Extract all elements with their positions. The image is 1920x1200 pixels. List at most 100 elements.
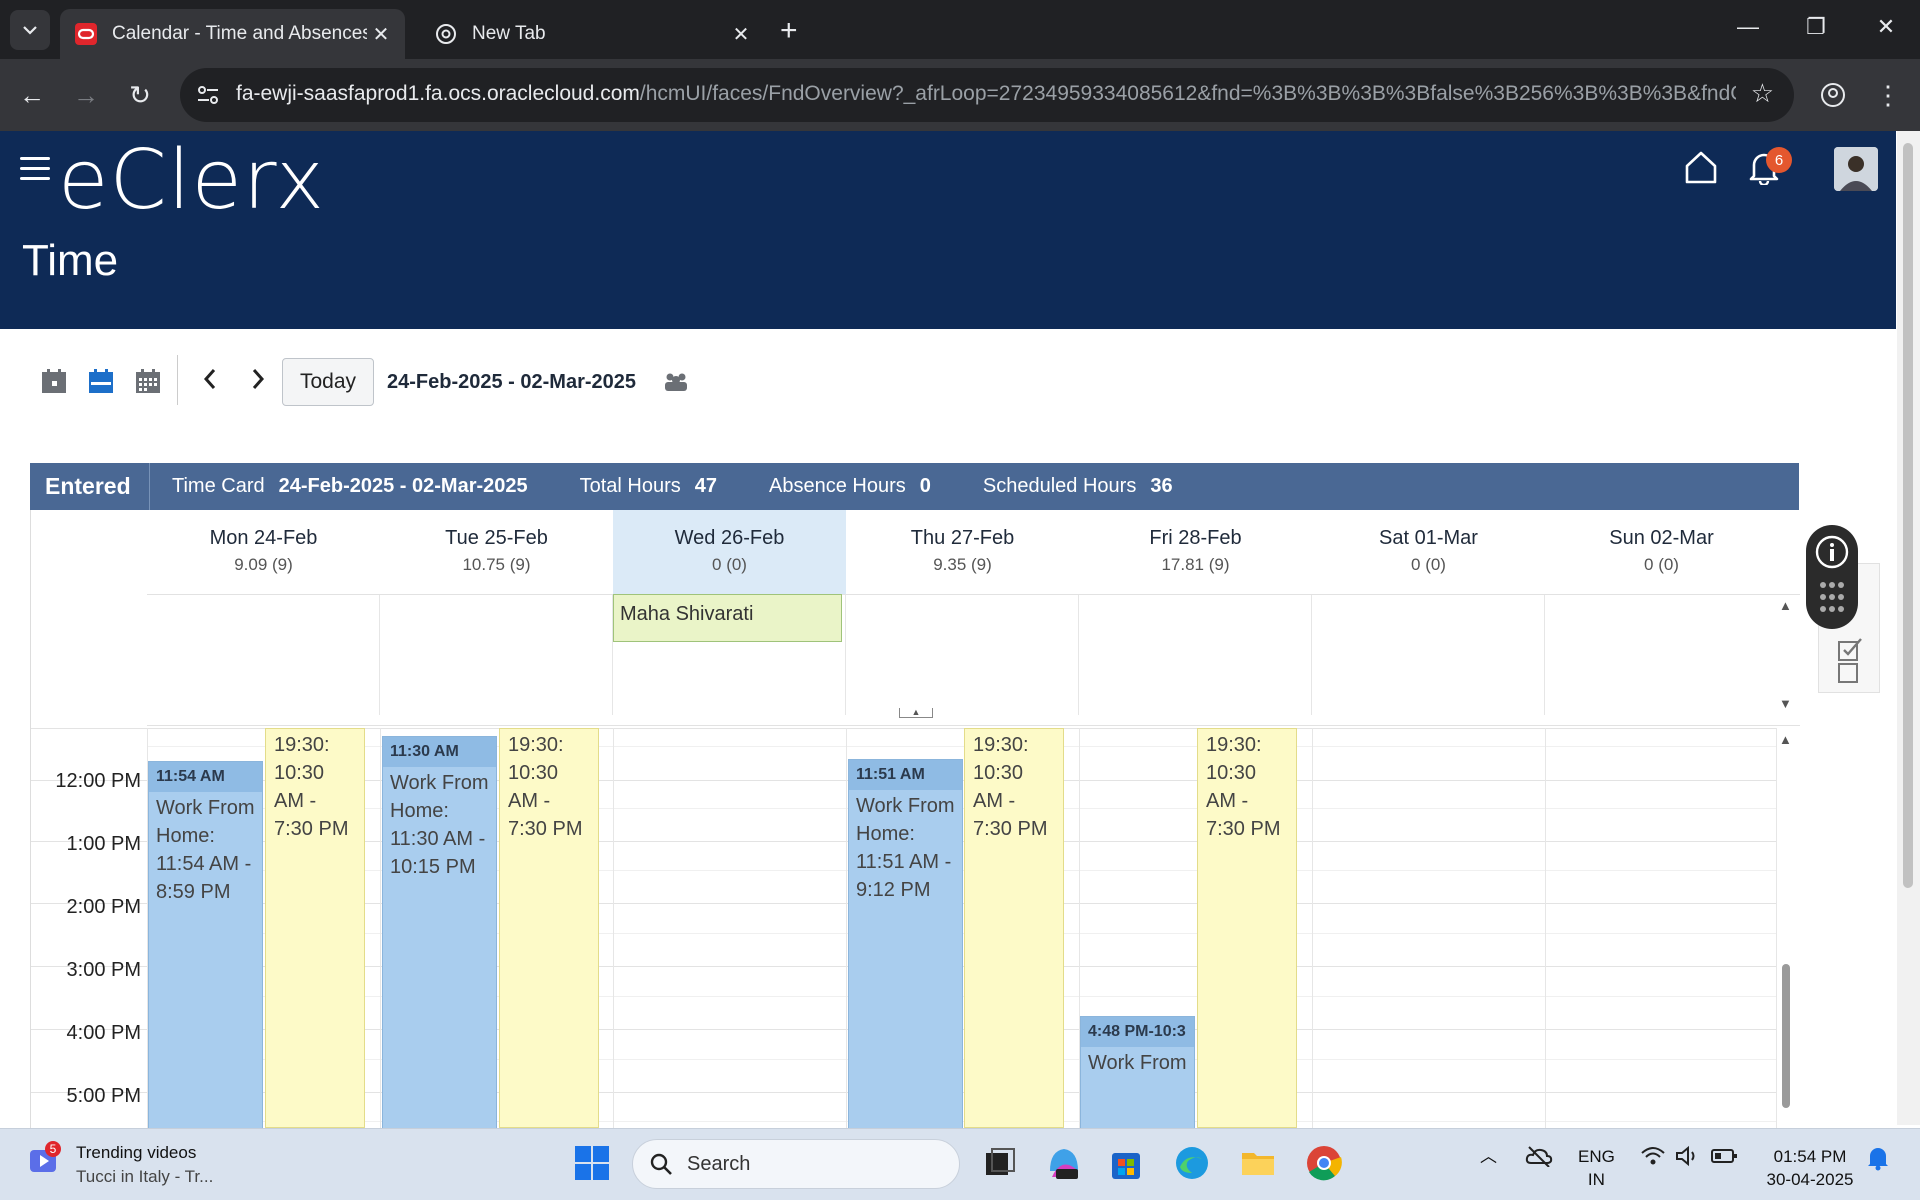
day-header-sat[interactable]: Sat 01-Mar 0 (0) (1312, 510, 1545, 594)
floating-help-panel (1806, 525, 1858, 629)
previous-week-icon[interactable] (202, 367, 218, 398)
tab-new-tab[interactable]: New Tab ✕ (420, 9, 765, 59)
onedrive-icon[interactable] (1525, 1145, 1553, 1173)
drag-handle-icon[interactable] (1818, 580, 1846, 618)
scheduled-shift-event-fri[interactable]: 19:30: 10:30 AM - 7:30 PM (1197, 728, 1297, 1128)
time-grid: 12:00 PM 1:00 PM 2:00 PM 3:00 PM 4:00 PM… (31, 728, 1800, 1128)
widgets-button[interactable]: 5 Trending videos Tucci in Italy - Tr... (26, 1141, 213, 1189)
time-card-status: Entered (30, 463, 150, 510)
scheduled-shift-event-mon[interactable]: 19:30: 10:30 AM - 7:30 PM (265, 728, 365, 1128)
microsoft-store-icon[interactable] (1106, 1143, 1148, 1185)
address-bar-row: ← → ↻ fa-ewji-saasfaprod1.fa.ocs.oraclec… (0, 59, 1920, 131)
grid-scroll-up-icon[interactable]: ▲ (1779, 732, 1792, 747)
day-header-sun[interactable]: Sun 02-Mar 0 (0) (1545, 510, 1778, 594)
browser-menu-icon[interactable]: ⋮ (1870, 77, 1906, 113)
time-label: 1:00 PM (66, 833, 141, 855)
scheduled-shift-event-thu[interactable]: 19:30: 10:30 AM - 7:30 PM (964, 728, 1064, 1128)
day-header-fri[interactable]: Fri 28-Feb 17.81 (9) (1079, 510, 1312, 594)
back-icon[interactable]: ← (14, 77, 50, 113)
browser-tab-bar: Calendar - Time and Absences ✕ New Tab ✕… (0, 0, 1920, 59)
scheduled-shift-event-tue[interactable]: 19:30: 10:30 AM - 7:30 PM (499, 728, 599, 1128)
bookmark-star-icon[interactable]: ☆ (1751, 78, 1774, 109)
reload-icon[interactable]: ↻ (122, 77, 158, 113)
notification-count-badge: 6 (1766, 147, 1792, 173)
close-window-icon[interactable]: ✕ (1866, 14, 1906, 40)
edge-icon[interactable] (1172, 1143, 1214, 1185)
minimize-icon[interactable]: — (1728, 14, 1768, 40)
work-from-home-event-tue[interactable]: 11:30 AM Work From Home: 11:30 AM - 10:1… (382, 736, 497, 1128)
toolbar-divider (177, 355, 178, 405)
collapse-all-day-icon[interactable]: ▲ (899, 708, 933, 718)
widget-subtitle: Tucci in Italy - Tr... (76, 1167, 214, 1186)
video-widget-icon: 5 (30, 1141, 61, 1172)
all-day-section (147, 594, 1800, 726)
wifi-icon[interactable] (1640, 1145, 1666, 1173)
work-from-home-event-fri[interactable]: 4:48 PM-10:3 Work From (1080, 1016, 1195, 1128)
language-indicator[interactable]: ENG IN (1578, 1145, 1615, 1191)
start-menu-icon[interactable] (572, 1143, 614, 1185)
grid-scrollbar-thumb[interactable] (1782, 964, 1790, 1108)
microsoft-365-icon[interactable] (1044, 1143, 1086, 1185)
day-header-wed[interactable]: Wed 26-Feb 0 (0) (613, 510, 846, 594)
windows-taskbar: 5 Trending videos Tucci in Italy - Tr... … (0, 1128, 1920, 1200)
holiday-event[interactable]: Maha Shivarati (613, 594, 842, 642)
month-view-icon[interactable] (134, 367, 162, 395)
page-scrollbar[interactable] (1897, 131, 1920, 1125)
url-input[interactable]: fa-ewji-saasfaprod1.fa.ocs.oraclecloud.c… (180, 68, 1794, 122)
total-hours: Total Hours 47 (579, 475, 718, 497)
volume-icon[interactable] (1674, 1145, 1700, 1173)
app-header: eClerx Time 6 (0, 131, 1896, 329)
time-card-summary: Entered Time Card 24-Feb-2025 - 02-Mar-20… (30, 463, 1799, 510)
profile-icon[interactable] (1815, 77, 1851, 113)
time-label: 4:00 PM (66, 1022, 141, 1044)
work-from-home-event-mon[interactable]: 11:54 AM Work From Home: 11:54 AM - 8:59… (148, 761, 263, 1128)
absence-hours: Absence Hours 0 (769, 475, 931, 497)
restore-icon[interactable]: ❐ (1796, 14, 1836, 40)
calendar-toolbar: Today 24-Feb-2025 - 02-Mar-2025 (0, 329, 1896, 459)
chrome-taskbar-icon[interactable] (1304, 1143, 1346, 1185)
site-settings-icon[interactable] (194, 81, 222, 109)
day-view-icon[interactable] (40, 367, 68, 395)
company-logo: eClerx (58, 133, 325, 228)
scroll-down-icon[interactable]: ▼ (1779, 696, 1792, 711)
home-icon[interactable] (1683, 149, 1719, 190)
tab-search-button[interactable] (10, 10, 50, 50)
date-range-label: 24-Feb-2025 - 02-Mar-2025 (387, 371, 637, 393)
time-label: 12:00 PM (55, 770, 141, 792)
tab-calendar[interactable]: Calendar - Time and Absences ✕ (60, 9, 405, 59)
day-header-mon[interactable]: Mon 24-Feb 9.09 (9) (147, 510, 380, 594)
user-avatar[interactable] (1834, 147, 1878, 191)
today-button[interactable]: Today (282, 358, 374, 406)
time-card-period: Time Card 24-Feb-2025 - 02-Mar-2025 (172, 475, 528, 497)
system-clock[interactable]: 01:54 PM 30-04-2025 (1760, 1145, 1860, 1191)
show-hidden-icons-icon[interactable]: ︿ (1480, 1145, 1497, 1168)
new-tab-button[interactable]: + (780, 14, 798, 48)
task-view-icon[interactable] (980, 1143, 1022, 1185)
battery-icon[interactable] (1710, 1145, 1738, 1173)
close-tab-icon[interactable]: ✕ (727, 22, 755, 47)
taskbar-search-input[interactable]: Search (632, 1139, 960, 1189)
week-view-icon[interactable] (87, 367, 115, 395)
tab-title: Calendar - Time and Absences (112, 23, 367, 44)
search-icon (650, 1153, 672, 1175)
day-header-thu[interactable]: Thu 27-Feb 9.35 (9) (846, 510, 1079, 594)
chrome-icon (434, 22, 458, 46)
forward-icon[interactable]: → (68, 77, 104, 113)
next-week-icon[interactable] (250, 367, 266, 398)
page-title: Time (22, 236, 119, 285)
file-explorer-icon[interactable] (1238, 1143, 1280, 1185)
day-header-tue[interactable]: Tue 25-Feb 10.75 (9) (380, 510, 613, 594)
close-tab-icon[interactable]: ✕ (367, 22, 395, 47)
work-from-home-event-thu[interactable]: 11:51 AM Work From Home: 11:51 AM - 9:12… (848, 759, 963, 1128)
navigator-menu-icon[interactable] (20, 157, 50, 187)
page-scrollbar-thumb[interactable] (1903, 143, 1913, 888)
team-schedule-icon[interactable] (663, 371, 691, 399)
time-label: 5:00 PM (66, 1085, 141, 1107)
oracle-icon (74, 22, 98, 46)
notification-center-icon[interactable] (1866, 1145, 1890, 1177)
tab-title: New Tab (472, 23, 546, 44)
info-icon[interactable] (1815, 535, 1849, 569)
scroll-up-icon[interactable]: ▲ (1779, 598, 1792, 613)
widget-title: Trending videos (76, 1143, 197, 1162)
chevron-down-icon (23, 26, 37, 35)
